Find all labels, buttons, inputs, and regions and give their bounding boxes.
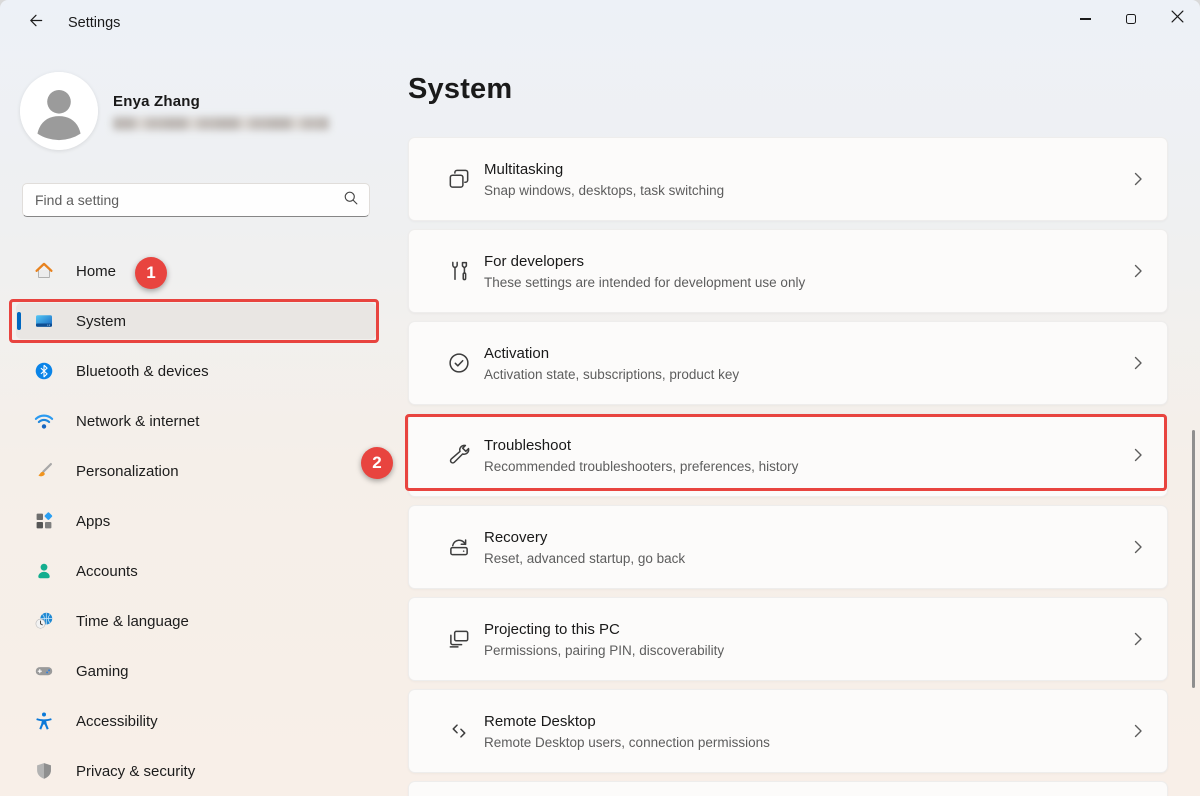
apps-icon <box>34 511 54 531</box>
minimize-button[interactable] <box>1062 0 1108 38</box>
sidebar-item-time-language[interactable]: Time & language <box>16 603 376 639</box>
sidebar-item-network-internet[interactable]: Network & internet <box>16 403 376 439</box>
sidebar-item-system[interactable]: System <box>16 303 376 339</box>
sidebar-item-accounts[interactable]: Accounts <box>16 553 376 589</box>
remote-desktop-icon <box>446 718 472 744</box>
card-multitasking[interactable]: Multitasking Snap windows, desktops, tas… <box>408 137 1168 221</box>
sidebar-item-label: Gaming <box>76 663 129 680</box>
sidebar-item-label: Network & internet <box>76 413 199 430</box>
sidebar-item-apps[interactable]: Apps <box>16 503 376 539</box>
avatar <box>20 72 98 150</box>
card-title: For developers <box>484 253 805 270</box>
titlebar: Settings <box>0 0 1200 46</box>
sidebar-item-label: Bluetooth & devices <box>76 363 209 380</box>
chevron-right-icon <box>1134 356 1143 370</box>
network-icon <box>34 411 54 431</box>
accounts-icon <box>34 561 54 581</box>
card-remote-desktop[interactable]: Remote Desktop Remote Desktop users, con… <box>408 689 1168 773</box>
sidebar-item-label: Accounts <box>76 563 138 580</box>
chevron-right-icon <box>1134 724 1143 738</box>
card-subtitle: Reset, advanced startup, go back <box>484 551 685 566</box>
accessibility-icon <box>34 711 54 731</box>
sidebar-item-label: System <box>76 313 126 330</box>
card-subtitle: Remote Desktop users, connection permiss… <box>484 735 770 750</box>
sidebar-item-home[interactable]: Home <box>16 253 376 289</box>
main-panel: System Multitasking Snap windows, deskto… <box>380 46 1200 796</box>
card-title: Troubleshoot <box>484 437 798 454</box>
card-subtitle: Snap windows, desktops, task switching <box>484 183 724 198</box>
card-title: Recovery <box>484 529 685 546</box>
sidebar-item-label: Home <box>76 263 116 280</box>
personalization-icon <box>34 461 54 481</box>
sidebar-nav: Home System Bluetooth & devices Network … <box>0 253 376 789</box>
recovery-icon <box>446 534 472 560</box>
content-area: Enya Zhang Home System Bluetooth & devic… <box>0 46 1200 796</box>
multitasking-icon <box>446 166 472 192</box>
sidebar-item-label: Privacy & security <box>76 763 195 780</box>
profile[interactable]: Enya Zhang <box>20 72 329 150</box>
sidebar-item-privacy-security[interactable]: Privacy & security <box>16 753 376 789</box>
time-language-icon <box>34 611 54 631</box>
settings-window: Settings Enya Zhang <box>0 0 1200 796</box>
system-icon <box>34 311 54 331</box>
window-controls <box>1062 0 1200 38</box>
search-input[interactable] <box>35 192 343 208</box>
gaming-icon <box>34 661 54 681</box>
close-icon <box>1171 10 1184 28</box>
card-subtitle: These settings are intended for developm… <box>484 275 805 290</box>
chevron-right-icon <box>1134 632 1143 646</box>
sidebar-item-gaming[interactable]: Gaming <box>16 653 376 689</box>
back-arrow-icon <box>27 12 44 34</box>
card-subtitle: Recommended troubleshooters, preferences… <box>484 459 798 474</box>
card-activation[interactable]: Activation Activation state, subscriptio… <box>408 321 1168 405</box>
for-developers-icon <box>446 258 472 284</box>
chevron-right-icon <box>1134 448 1143 462</box>
settings-card-list: Multitasking Snap windows, desktops, tas… <box>408 137 1168 796</box>
search-icon <box>343 190 359 211</box>
sidebar-item-accessibility[interactable]: Accessibility <box>16 703 376 739</box>
maximize-button[interactable] <box>1108 0 1154 38</box>
sidebar-item-label: Accessibility <box>76 713 158 730</box>
card-partial[interactable] <box>408 781 1168 796</box>
sidebar-item-label: Personalization <box>76 463 179 480</box>
card-title: Activation <box>484 345 739 362</box>
sidebar-item-personalization[interactable]: Personalization <box>16 453 376 489</box>
minimize-icon <box>1080 18 1091 19</box>
close-button[interactable] <box>1154 0 1200 38</box>
card-recovery[interactable]: Recovery Reset, advanced startup, go bac… <box>408 505 1168 589</box>
chevron-right-icon <box>1134 172 1143 186</box>
sidebar: Enya Zhang Home System Bluetooth & devic… <box>0 46 380 796</box>
profile-name: Enya Zhang <box>113 93 329 110</box>
privacy-security-icon <box>34 761 54 781</box>
sidebar-item-label: Time & language <box>76 613 189 630</box>
projecting-icon <box>446 626 472 652</box>
card-troubleshoot[interactable]: Troubleshoot Recommended troubleshooters… <box>408 413 1168 497</box>
home-icon <box>34 261 54 281</box>
card-subtitle: Permissions, pairing PIN, discoverabilit… <box>484 643 724 658</box>
sidebar-item-label: Apps <box>76 513 110 530</box>
page-title: System <box>408 72 1168 106</box>
troubleshoot-icon <box>446 442 472 468</box>
card-projecting-to-this-pc[interactable]: Projecting to this PC Permissions, pairi… <box>408 597 1168 681</box>
chevron-right-icon <box>1134 540 1143 554</box>
bluetooth-icon <box>34 361 54 381</box>
maximize-icon <box>1126 14 1137 25</box>
scrollbar-thumb[interactable] <box>1192 430 1195 688</box>
window-title: Settings <box>68 15 120 31</box>
search-box <box>22 183 370 217</box>
activation-icon <box>446 350 472 376</box>
card-title: Projecting to this PC <box>484 621 724 638</box>
card-subtitle: Activation state, subscriptions, product… <box>484 367 739 382</box>
card-title: Remote Desktop <box>484 713 770 730</box>
profile-text: Enya Zhang <box>113 93 329 130</box>
sidebar-item-bluetooth-devices[interactable]: Bluetooth & devices <box>16 353 376 389</box>
chevron-right-icon <box>1134 264 1143 278</box>
back-button[interactable] <box>18 8 52 38</box>
profile-email-redacted <box>113 117 329 130</box>
card-for-developers[interactable]: For developers These settings are intend… <box>408 229 1168 313</box>
card-title: Multitasking <box>484 161 724 178</box>
